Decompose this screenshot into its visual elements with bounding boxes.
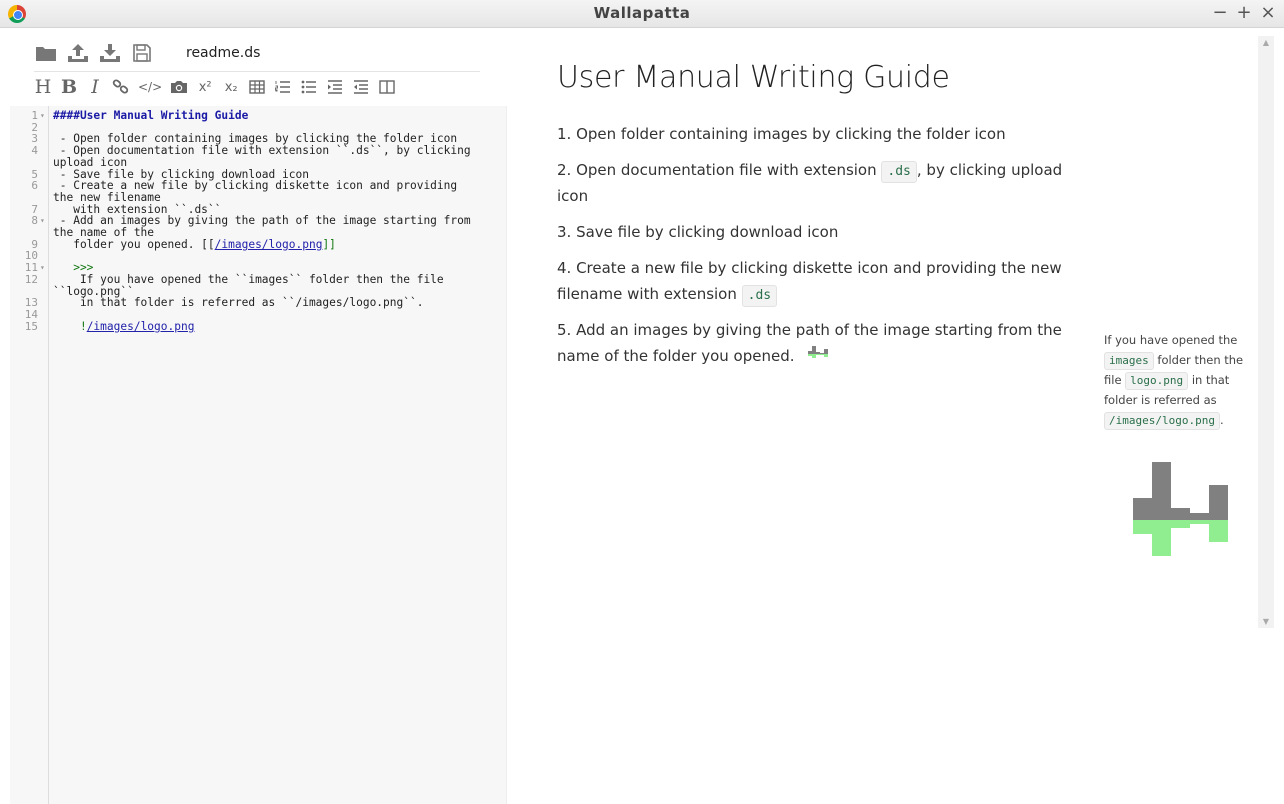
indent-icon[interactable]	[326, 76, 344, 98]
upload-icon[interactable]	[66, 42, 90, 64]
code-line: !/images/logo.png	[53, 319, 503, 333]
folder-icon[interactable]	[34, 42, 58, 64]
inline-code: .ds	[881, 161, 917, 183]
columns-icon[interactable]	[378, 76, 396, 98]
code-line: If you have opened the ``images`` folder…	[53, 272, 444, 286]
code-text: !	[53, 319, 87, 333]
heading-button[interactable]: H	[34, 76, 52, 98]
logo-image	[1132, 462, 1230, 562]
unordered-list-icon[interactable]	[300, 76, 318, 98]
file-toolbar	[34, 42, 162, 64]
sidenote-text: .	[1219, 413, 1224, 427]
toolbar-divider	[34, 71, 480, 72]
inline-code: images	[1104, 352, 1154, 370]
sidenote: If you have opened the images folder the…	[1104, 330, 1256, 430]
file-name: readme.ds	[186, 45, 261, 61]
markdown-editor[interactable]: 1 ▾ 2 3 4 5 6 7 8 ▾ 9 10 11 ▾ 12 13 14 1…	[10, 106, 507, 804]
superscript-button[interactable]: x²	[196, 76, 214, 98]
list-item: 5. Add an images by giving the path of t…	[557, 317, 1067, 370]
format-toolbar: H B I </> x² x₂	[34, 76, 404, 98]
editor-code: ####User Manual Writing Guide - Open fol…	[53, 110, 503, 332]
line-number: 14	[24, 307, 38, 321]
code-line: ####User Manual Writing Guide	[53, 110, 503, 122]
code-line: folder you opened. [[/images/logo.png]]	[53, 237, 503, 251]
window-controls: − + ×	[1208, 2, 1280, 24]
scroll-up-icon[interactable]: ▲	[1258, 38, 1274, 47]
line-number: 8	[31, 214, 38, 228]
code-link[interactable]: /images/logo.png	[87, 320, 195, 333]
minimize-button[interactable]: −	[1208, 2, 1232, 24]
list-item: 2. Open documentation file with extensio…	[557, 157, 1067, 209]
preview-title: User Manual Writing Guide	[557, 60, 950, 95]
fold-arrow-icon[interactable]: ▾	[40, 215, 45, 227]
line-number: 15	[24, 319, 38, 333]
code-link[interactable]: /images/logo.png	[215, 238, 323, 251]
list-item: 4. Create a new file by clicking diskett…	[557, 255, 1067, 307]
ordered-list-icon[interactable]	[274, 76, 292, 98]
code-line: upload icon	[53, 155, 128, 169]
code-line: in that folder is referred as ``/images/…	[53, 296, 424, 310]
inline-code: .ds	[741, 285, 778, 307]
list-item: 1. Open folder containing images by clic…	[557, 125, 1006, 143]
inline-code: logo.png	[1125, 372, 1189, 390]
link-icon[interactable]	[112, 76, 130, 98]
table-icon[interactable]	[248, 76, 266, 98]
list-item: 3. Save file by clicking download icon	[557, 223, 839, 241]
camera-icon[interactable]	[170, 76, 188, 98]
maximize-button[interactable]: +	[1232, 2, 1256, 24]
code-text: ]]	[322, 237, 336, 251]
code-heading: ####User Manual Writing Guide	[53, 109, 249, 122]
line-number-gutter: 1 ▾ 2 3 4 5 6 7 8 ▾ 9 10 11 ▾ 12 13 14 1…	[10, 106, 49, 804]
scroll-down-icon[interactable]: ▼	[1258, 617, 1274, 626]
line-number: 6	[31, 179, 38, 193]
outdent-icon[interactable]	[352, 76, 370, 98]
list-item-text: 2. Open documentation file with extensio…	[557, 161, 877, 179]
logo-image-icon	[807, 344, 829, 370]
inline-code: /images/logo.png	[1104, 412, 1220, 430]
code-text: folder you opened. [[	[53, 237, 215, 251]
diskette-icon[interactable]	[130, 42, 154, 64]
download-icon[interactable]	[98, 42, 122, 64]
close-button[interactable]: ×	[1256, 2, 1280, 24]
window-title: Wallapatta	[593, 4, 691, 22]
fold-arrow-icon[interactable]: ▾	[40, 110, 45, 122]
bold-button[interactable]: B	[60, 76, 78, 98]
line-number: 12	[24, 272, 38, 286]
title-bar: Wallapatta − + ×	[0, 0, 1284, 28]
code-button[interactable]: </>	[138, 76, 162, 98]
fold-arrow-icon[interactable]: ▾	[40, 262, 45, 274]
italic-button[interactable]: I	[86, 76, 104, 98]
line-number: 1	[31, 109, 38, 122]
sidenote-text: If you have opened the	[1104, 333, 1238, 347]
line-number: 4	[31, 144, 38, 158]
list-item-text: 4. Create a new file by clicking diskett…	[557, 259, 1062, 303]
preview-scrollbar[interactable]: ▲ ▼	[1258, 36, 1274, 628]
code-line: the new filename	[53, 190, 161, 204]
subscript-button[interactable]: x₂	[222, 76, 240, 98]
